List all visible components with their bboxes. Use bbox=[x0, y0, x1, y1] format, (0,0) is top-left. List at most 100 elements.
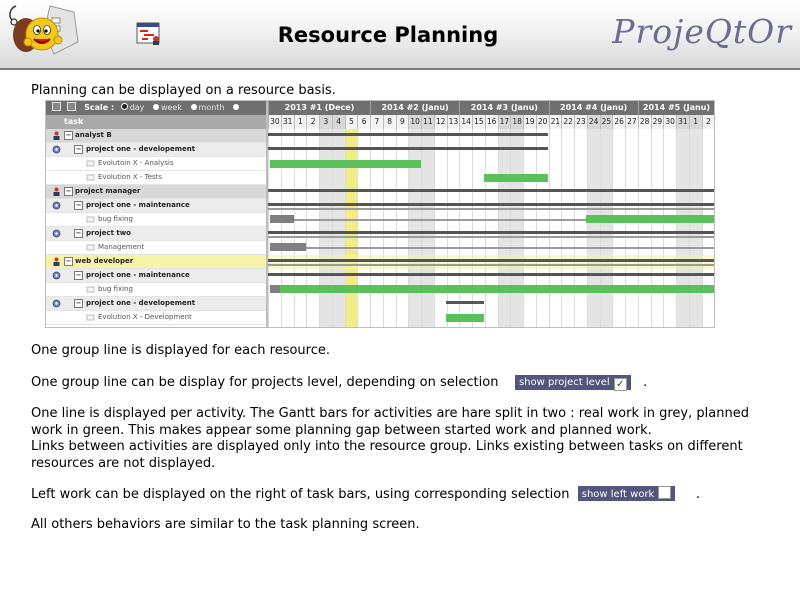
checkbox-unchecked-icon[interactable] bbox=[658, 486, 672, 499]
group-bar[interactable] bbox=[268, 133, 548, 136]
day-number: 5 bbox=[344, 115, 358, 129]
real-work-bar[interactable] bbox=[270, 243, 306, 251]
group-bar[interactable] bbox=[446, 301, 484, 304]
activity-icon bbox=[86, 159, 95, 168]
activity-row[interactable]: bug fixing bbox=[46, 283, 268, 297]
activity-row[interactable]: Evolution X - Development bbox=[46, 311, 268, 325]
link-line[interactable] bbox=[268, 236, 714, 238]
day-number: 1 bbox=[688, 115, 702, 129]
day-number: 27 bbox=[625, 115, 638, 129]
show-left-work-toggle[interactable]: show left work bbox=[577, 486, 676, 501]
day-number: 23 bbox=[574, 115, 587, 129]
day-number: 24 bbox=[586, 115, 600, 129]
day-number: 2 bbox=[306, 115, 319, 129]
day-number: 10 bbox=[408, 115, 421, 129]
project-row[interactable]: − project two bbox=[46, 227, 268, 241]
group-bar[interactable] bbox=[268, 189, 714, 192]
collapse-icon[interactable]: − bbox=[64, 131, 73, 140]
row-label: project one - developement bbox=[86, 145, 196, 153]
collapse-icon[interactable]: − bbox=[64, 187, 73, 196]
collapse-icon[interactable] bbox=[52, 102, 61, 111]
paragraph-activity-lines: One line is displayed per activity. The … bbox=[31, 406, 749, 471]
resource-row[interactable]: − web developer bbox=[46, 255, 268, 269]
project-row[interactable]: − project one - maintenance bbox=[46, 269, 268, 283]
row-label: bug fixing bbox=[98, 215, 133, 223]
day-number: 31 bbox=[280, 115, 294, 129]
resource-icon bbox=[52, 131, 61, 140]
collapse-icon[interactable]: − bbox=[74, 201, 83, 210]
scale-option-week[interactable]: week bbox=[152, 103, 182, 112]
day-number: 30 bbox=[268, 115, 281, 129]
expand-icon[interactable] bbox=[66, 102, 76, 111]
group-bar[interactable] bbox=[268, 147, 548, 150]
day-number: 22 bbox=[561, 115, 574, 129]
activity-row[interactable]: Management bbox=[46, 241, 268, 255]
collapse-icon[interactable]: − bbox=[74, 145, 83, 154]
radio-icon[interactable] bbox=[152, 104, 159, 110]
day-number: 1 bbox=[293, 115, 307, 129]
project-row[interactable]: − project one - maintenance bbox=[46, 199, 268, 213]
day-number: 30 bbox=[663, 115, 676, 129]
checkbox-checked-icon[interactable]: ✓ bbox=[613, 378, 627, 391]
collapse-icon[interactable]: − bbox=[74, 271, 83, 280]
project-icon bbox=[52, 299, 61, 308]
project-row[interactable]: − project one - developement bbox=[46, 143, 268, 157]
collapse-icon[interactable]: − bbox=[74, 229, 83, 238]
day-number: 31 bbox=[676, 115, 689, 129]
show-project-level-toggle[interactable]: show project level ✓ bbox=[514, 375, 631, 391]
row-label: project one - developement bbox=[86, 299, 196, 307]
group-bar[interactable] bbox=[268, 259, 714, 262]
day-number: 9 bbox=[395, 115, 409, 129]
radio-icon[interactable] bbox=[190, 104, 197, 110]
splitter[interactable] bbox=[266, 101, 268, 327]
resource-row[interactable]: − analyst B bbox=[46, 129, 268, 143]
day-number: 15 bbox=[472, 115, 485, 129]
week-label: 2013 #1 (Dece) bbox=[268, 101, 370, 115]
day-number: 14 bbox=[459, 115, 472, 129]
day-number: 7 bbox=[370, 115, 383, 129]
scale-option-month[interactable]: month bbox=[190, 103, 225, 112]
day-number: 4 bbox=[331, 115, 345, 129]
group-bar[interactable] bbox=[268, 273, 714, 276]
project-row[interactable]: − project one - developement bbox=[46, 297, 268, 311]
collapse-icon[interactable]: − bbox=[64, 257, 73, 266]
collapse-icon[interactable]: − bbox=[74, 299, 83, 308]
planned-work-bar[interactable] bbox=[446, 314, 484, 322]
day-number: 16 bbox=[484, 115, 498, 129]
week-label: 2014 #4 (Janu) bbox=[548, 101, 638, 115]
activity-row[interactable]: Evolution X - Tests bbox=[46, 171, 268, 185]
radio-selected-icon[interactable] bbox=[120, 103, 128, 110]
group-bar[interactable] bbox=[268, 203, 714, 206]
activity-icon bbox=[86, 215, 95, 224]
activity-icon bbox=[86, 285, 95, 294]
day-number: 13 bbox=[446, 115, 460, 129]
day-column bbox=[574, 115, 587, 327]
day-number: 25 bbox=[599, 115, 613, 129]
day-number: 19 bbox=[523, 115, 536, 129]
paragraph-left-work: Left work can be displayed on the right … bbox=[31, 486, 701, 502]
real-work-bar[interactable] bbox=[270, 215, 294, 223]
resource-icon bbox=[52, 187, 61, 196]
resource-row[interactable]: − project manager bbox=[46, 185, 268, 199]
activity-row[interactable]: Evolutoin X - Analysis bbox=[46, 157, 268, 171]
group-bar[interactable] bbox=[268, 231, 714, 234]
activity-icon bbox=[86, 173, 95, 182]
planned-work-bar[interactable] bbox=[270, 160, 421, 168]
activity-row[interactable]: bug fixing bbox=[46, 213, 268, 227]
planned-work-bar[interactable] bbox=[586, 215, 714, 223]
link-line[interactable] bbox=[306, 247, 714, 249]
day-number: 6 bbox=[357, 115, 370, 129]
real-work-bar[interactable] bbox=[270, 285, 280, 293]
link-line[interactable] bbox=[268, 264, 714, 266]
link-line[interactable] bbox=[268, 208, 714, 210]
scale-selector[interactable]: Scale : day week month quarter bbox=[46, 101, 268, 126]
row-label: project two bbox=[86, 229, 131, 237]
day-number: 11 bbox=[421, 115, 434, 129]
planned-work-bar[interactable] bbox=[484, 174, 548, 182]
task-column-header: task bbox=[46, 115, 268, 129]
scale-option-day[interactable]: day bbox=[120, 103, 144, 112]
radio-icon[interactable] bbox=[233, 104, 240, 110]
row-label: Management bbox=[98, 243, 145, 251]
row-label: bug fixing bbox=[98, 285, 133, 293]
planned-work-bar[interactable] bbox=[280, 285, 714, 293]
